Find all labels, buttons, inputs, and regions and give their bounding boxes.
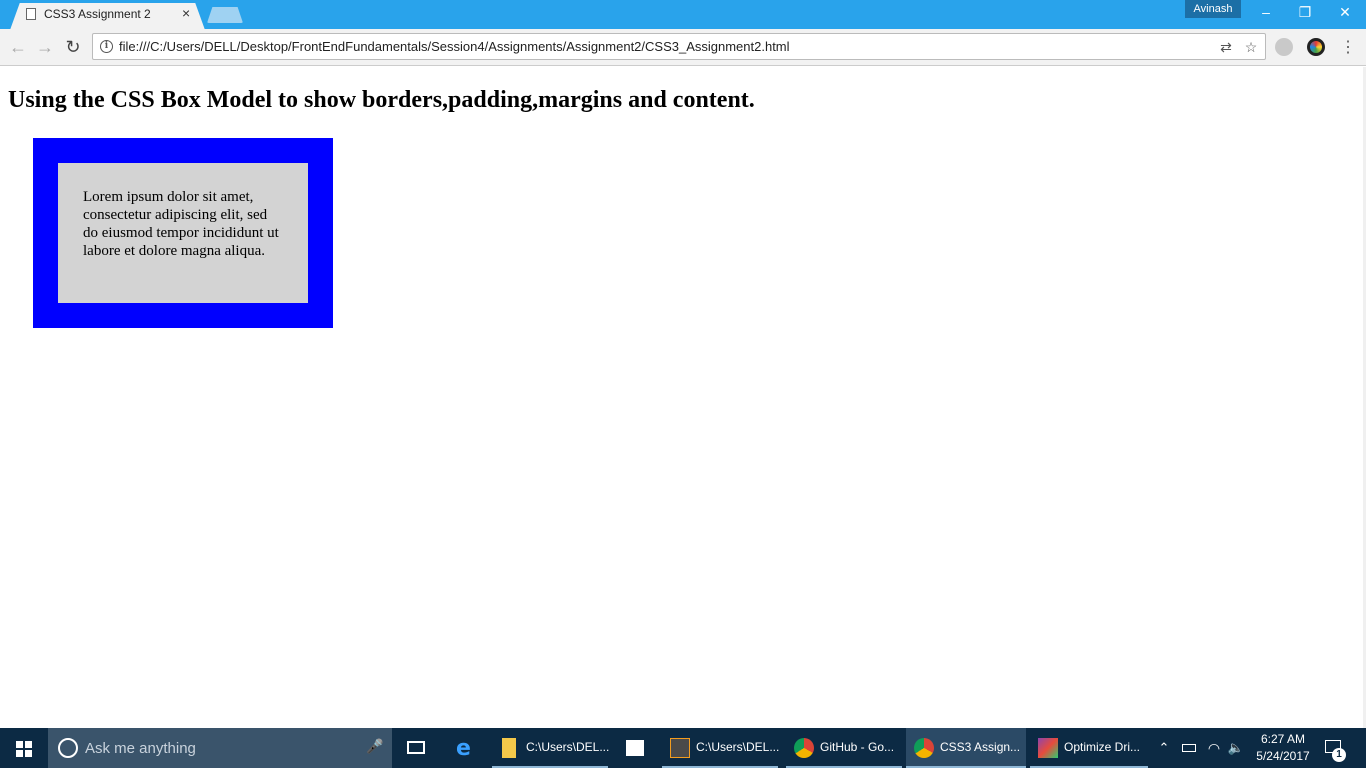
search-placeholder: Ask me anything [85,740,196,757]
edge-icon: e [456,736,471,761]
clock-date: 5/24/2017 [1256,749,1310,763]
tab-close-icon[interactable]: × [182,5,190,21]
translate-icon[interactable]: ⇄ [1218,39,1234,55]
show-hidden-icons-button[interactable]: ⌃ [1155,728,1173,768]
file-explorer-icon [502,738,516,758]
info-icon[interactable]: i [100,40,113,53]
taskbar-item-github[interactable]: GitHub - Go... [786,728,902,768]
tab-title: CSS3 Assignment 2 [44,7,151,21]
close-window-button[interactable]: ✕ [1325,2,1365,24]
color-picker-extension-icon[interactable] [1307,38,1325,56]
reload-button[interactable]: ↻ [63,37,83,57]
task-view-icon [407,741,425,754]
notification-badge: 1 [1332,748,1346,762]
title-bar: CSS3 Assignment 2 × Avinash – ❐ ✕ [0,0,1366,30]
back-button[interactable]: ← [8,37,28,57]
address-bar[interactable]: i file:///C:/Users/DELL/Desktop/FrontEnd… [92,33,1266,60]
microphone-icon[interactable]: 🎤 [366,738,383,755]
taskbar-item-explorer[interactable]: C:\Users\DEL... [492,728,610,768]
chrome-icon [794,738,814,758]
taskbar-item-label: GitHub - Go... [820,740,895,754]
taskbar-item-label: CSS3 Assign... [940,740,1021,754]
battery-icon[interactable] [1180,728,1198,768]
taskbar-item-label: C:\Users\DEL... [696,740,780,754]
chrome-icon [914,738,934,758]
browser-toolbar: ← → ↻ i file:///C:/Users/DELL/Desktop/Fr… [0,29,1366,66]
taskbar: Ask me anything 🎤 e C:\Users\DEL... C:\U… [0,728,1366,768]
battery-shape [1182,744,1196,752]
minimize-button[interactable]: – [1246,2,1286,24]
chrome-menu-icon[interactable]: ⋮ [1340,37,1356,57]
optimize-drives-icon [1038,738,1058,758]
sublime-text-icon [670,738,690,758]
wifi-icon[interactable]: ◠ [1204,728,1224,768]
store-button[interactable] [618,728,650,768]
taskbar-item-sublime[interactable]: C:\Users\DEL... [662,728,780,768]
volume-icon[interactable]: 🔈 [1226,728,1246,768]
edge-button[interactable]: e [448,728,480,768]
url-text[interactable]: file:///C:/Users/DELL/Desktop/FrontEndFu… [119,39,790,54]
windows-logo-icon [16,741,32,757]
new-tab-button[interactable] [207,7,243,23]
document-icon [26,8,36,20]
store-icon [626,740,644,756]
extension-icon[interactable] [1275,38,1293,56]
cortana-icon [58,738,78,758]
system-clock[interactable]: 6:27 AM 5/24/2017 [1250,731,1316,765]
forward-button[interactable]: → [35,37,55,57]
profile-button[interactable]: Avinash [1185,0,1241,18]
box-model-text: Lorem ipsum dolor sit amet, consectetur … [83,189,279,259]
clock-time: 6:27 AM [1260,732,1306,746]
bookmark-star-icon[interactable]: ☆ [1243,39,1259,55]
page-viewport: Using the CSS Box Model to show borders,… [0,67,1366,728]
box-model-border: Lorem ipsum dolor sit amet, consectetur … [33,138,333,328]
taskbar-item-css3-assignment[interactable]: CSS3 Assign... [906,728,1026,768]
cortana-search-box[interactable]: Ask me anything 🎤 [48,728,392,768]
taskbar-item-label: C:\Users\DEL... [526,740,610,754]
restore-button[interactable]: ❐ [1285,2,1325,24]
start-button[interactable] [0,728,48,768]
box-model-content: Lorem ipsum dolor sit amet, consectetur … [58,163,308,303]
page-heading: Using the CSS Box Model to show borders,… [8,87,755,113]
task-view-button[interactable] [400,728,432,768]
taskbar-item-label: Optimize Dri... [1064,740,1141,754]
taskbar-item-optimize-drives[interactable]: Optimize Dri... [1030,728,1148,768]
